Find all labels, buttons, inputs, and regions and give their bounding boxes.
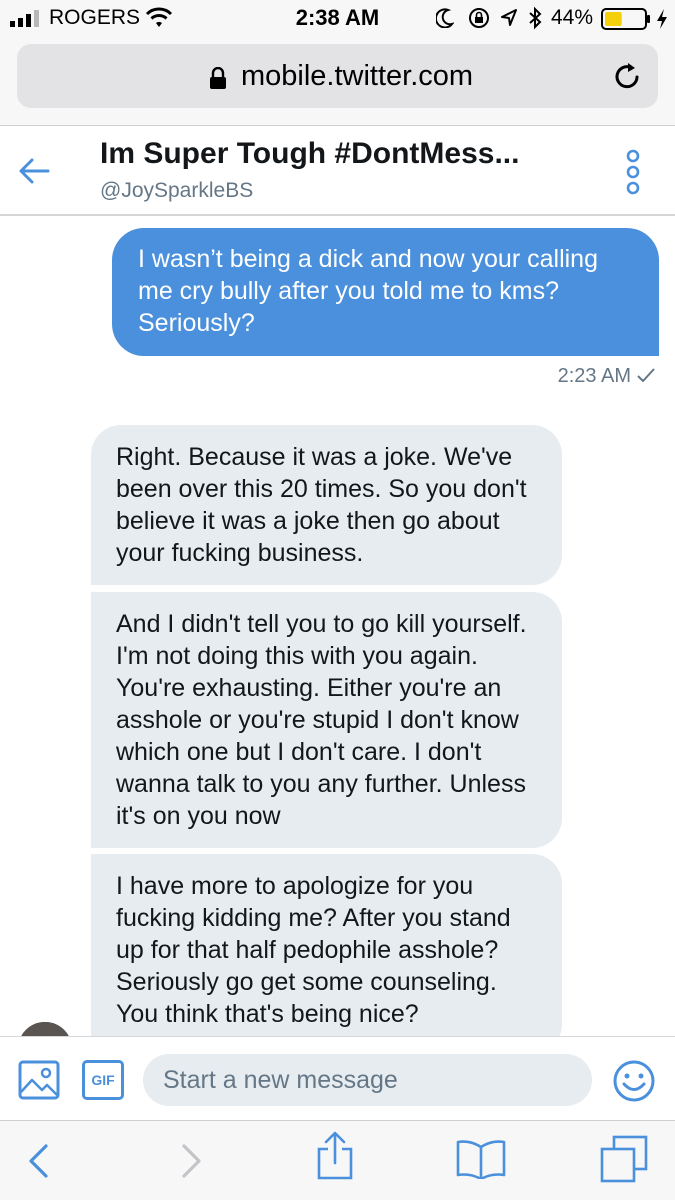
lock-icon [210,67,226,89]
sender-avatar[interactable] [18,1022,72,1036]
conversation-header: Im Super Tough #DontMess... @JoySparkleB… [0,127,675,216]
status-bar: ROGERS 2:38 AM 44% [0,0,675,38]
url-text: mobile.twitter.com [241,60,474,92]
location-icon [501,9,517,26]
address-field[interactable]: mobile.twitter.com [17,44,658,108]
message-timestamp: 2:23 AM [558,365,655,388]
conversation-title[interactable]: Im Super Tough #DontMess... [100,137,519,171]
reload-icon[interactable] [611,60,643,92]
bluetooth-icon [529,6,542,30]
gif-button[interactable]: GIF [82,1060,124,1100]
message-composer: GIF [0,1036,675,1120]
bookmarks-icon[interactable] [456,1139,506,1179]
orientation-lock-icon [469,8,489,28]
browser-url-bar: mobile.twitter.com [0,38,675,126]
outgoing-message[interactable]: I wasn’t being a dick and now your calli… [112,228,659,356]
incoming-message[interactable]: I have more to apologize for you fucking… [91,854,562,1036]
charging-icon [657,9,667,29]
incoming-message[interactable]: And I didn't tell you to go kill yoursel… [91,592,562,848]
back-chevron-icon[interactable] [26,1143,52,1179]
share-icon[interactable] [316,1131,354,1181]
avatar-image [18,1022,72,1036]
timestamp-text: 2:23 AM [557,365,631,387]
incoming-message[interactable]: Right. Because it was a joke. We've been… [91,425,562,585]
sent-check-icon [637,368,655,382]
conversation-handle: @JoySparkleBS [100,179,254,202]
battery-icon [601,8,650,30]
message-thread[interactable]: I wasn’t being a dick and now your calli… [0,218,675,1036]
browser-toolbar [0,1120,675,1200]
back-arrow-icon[interactable] [18,157,50,185]
moon-icon [436,8,454,28]
tabs-icon[interactable] [600,1135,648,1183]
battery-percent: 44% [551,6,594,29]
message-input[interactable] [143,1054,592,1106]
emoji-icon[interactable] [612,1059,656,1103]
forward-chevron-icon[interactable] [178,1143,204,1179]
image-icon[interactable] [18,1060,60,1100]
more-options-icon[interactable] [621,149,645,195]
